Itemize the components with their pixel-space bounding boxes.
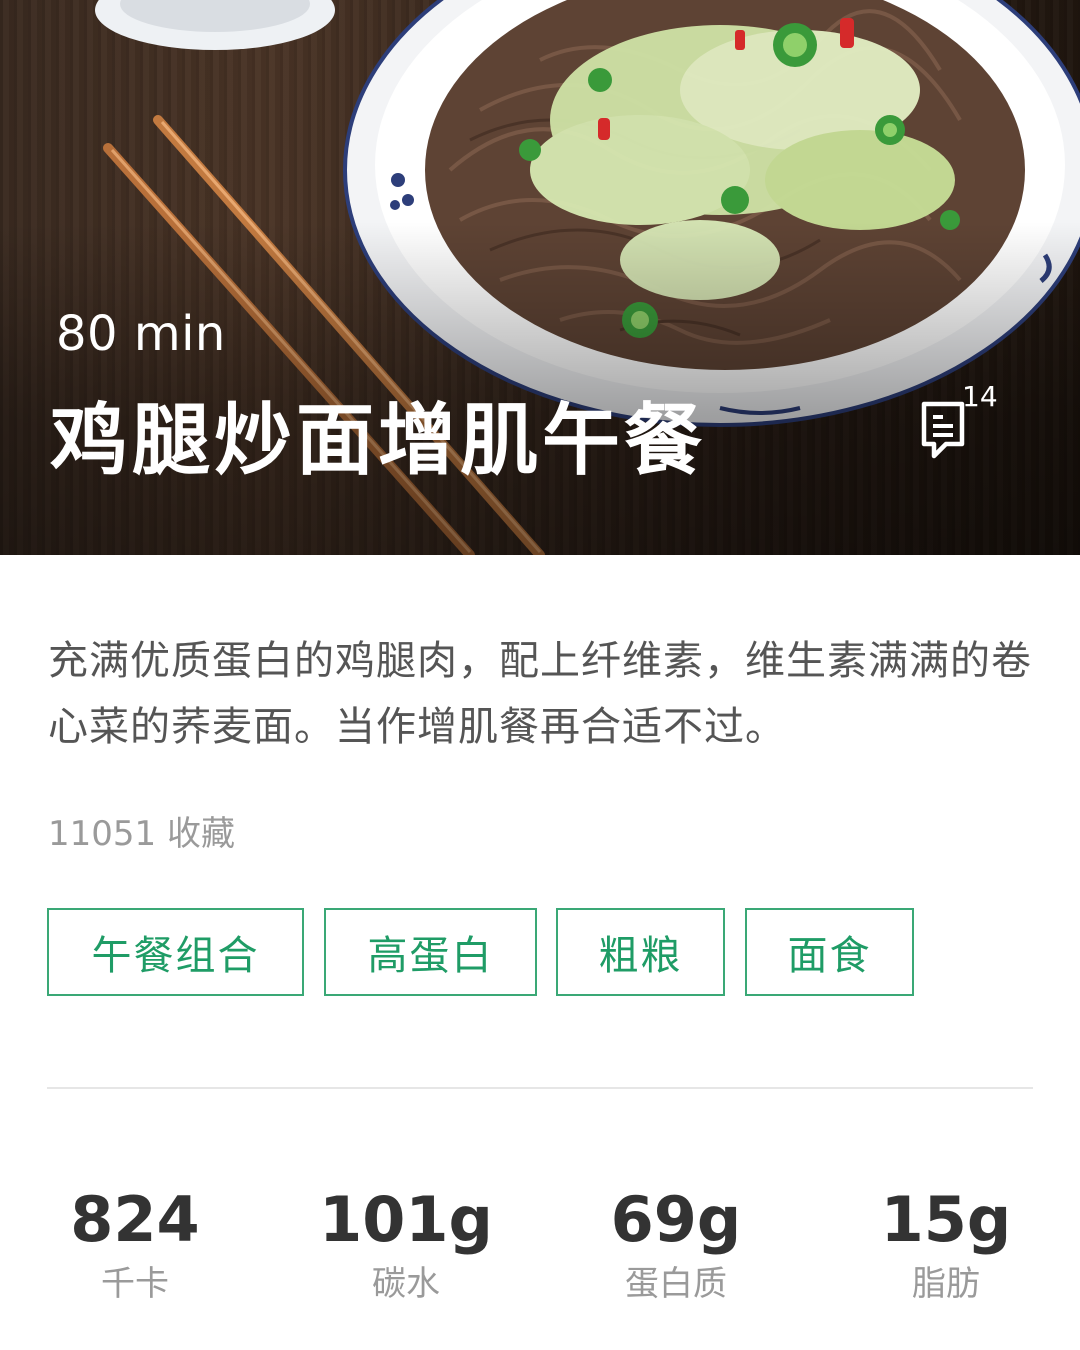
tag-high-protein[interactable]: 高蛋白 [324, 908, 537, 996]
nutrition-protein: 69g 蛋白质 [556, 1180, 796, 1306]
nutrition-summary: 824 千卡 101g 碳水 69g 蛋白质 15g 脂肪 [0, 1180, 1080, 1320]
tag-noodles[interactable]: 面食 [745, 908, 914, 996]
comments-button[interactable]: 14 [916, 380, 1006, 465]
cook-duration: 80 min [56, 306, 226, 362]
recipe-description: 充满优质蛋白的鸡腿肉，配上纤维素，维生素满满的卷心菜的荞麦面。当作增肌餐再合适不… [48, 638, 1032, 750]
nutrition-calories: 824 千卡 [15, 1180, 255, 1306]
protein-label: 蛋白质 [625, 1264, 727, 1304]
nutrition-fat: 15g 脂肪 [826, 1180, 1066, 1306]
carbs-label: 碳水 [372, 1264, 440, 1304]
section-divider [47, 1087, 1033, 1089]
comment-count-badge: 14 [962, 380, 998, 413]
fat-value: 15g [880, 1183, 1012, 1256]
tag-lunch-combo[interactable]: 午餐组合 [47, 908, 304, 996]
fat-label: 脂肪 [912, 1264, 980, 1304]
calories-value: 824 [70, 1183, 200, 1256]
protein-value: 69g [610, 1183, 742, 1256]
calories-label: 千卡 [101, 1264, 169, 1304]
carbs-value: 101g [319, 1183, 493, 1256]
hero-photo: 80 min 鸡腿炒面增肌午餐 14 [0, 0, 1080, 555]
nutrition-carbs: 101g 碳水 [286, 1180, 526, 1306]
tag-coarse-grain[interactable]: 粗粮 [556, 908, 725, 996]
recipe-title: 鸡腿炒面增肌午餐 [50, 396, 707, 486]
favorites-count: 11051 收藏 [48, 814, 235, 854]
